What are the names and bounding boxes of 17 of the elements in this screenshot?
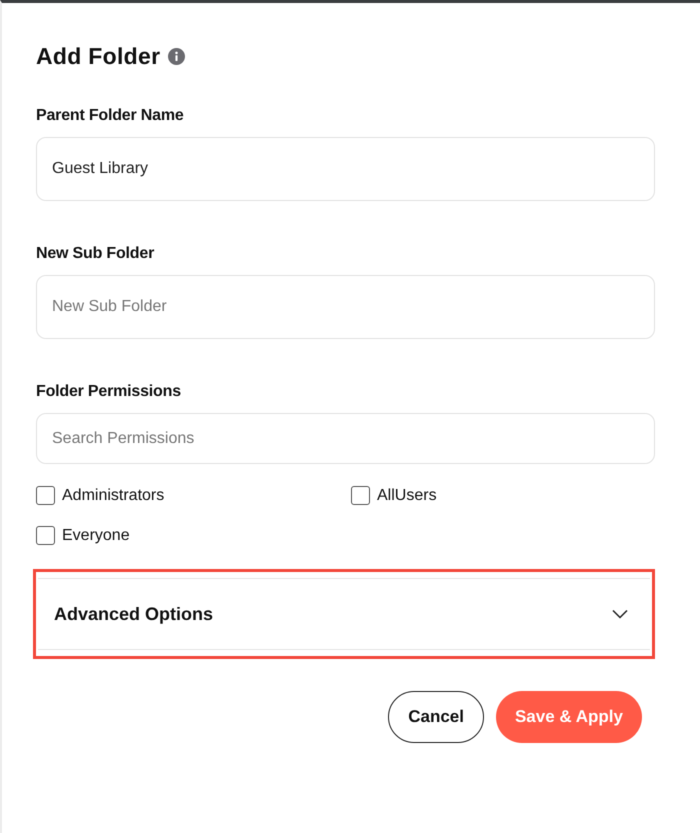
checkbox[interactable]: [351, 486, 370, 505]
checkbox-label: Administrators: [62, 486, 164, 504]
field-label: Parent Folder Name: [36, 107, 185, 125]
chevron-icon: [612, 609, 628, 619]
accordion-header[interactable]: Advanced Options: [38, 578, 650, 650]
checkbox[interactable]: [36, 486, 55, 505]
input-field[interactable]: Guest Library: [36, 137, 655, 201]
checkbox-label: AllUsers: [377, 486, 437, 504]
field-label: Folder Permissions: [36, 383, 182, 401]
field-label: New Sub Folder: [36, 245, 156, 263]
cancel-button[interactable]: Cancel: [388, 691, 484, 743]
checkbox-label: Everyone: [62, 526, 130, 544]
input-field[interactable]: New Sub Folder: [36, 275, 655, 339]
info-icon[interactable]: [168, 48, 186, 65]
search-field[interactable]: Search Permissions: [36, 413, 655, 464]
dialog-title: Add Folder: [36, 43, 160, 70]
checkbox[interactable]: [36, 526, 55, 545]
